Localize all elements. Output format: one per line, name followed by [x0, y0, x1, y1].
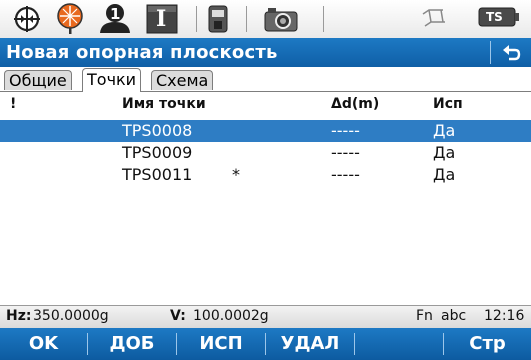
empty-fkey[interactable]: [355, 328, 443, 360]
row-delta-d: -----: [331, 143, 360, 162]
hz-value: 350.0000g: [33, 308, 109, 324]
tab-general[interactable]: Общие: [4, 70, 72, 90]
status-bar: Hz: 350.0000g V: 100.0002g Fn abc 12:16: [0, 305, 531, 328]
level-icon: [418, 4, 448, 34]
battery-icon: [206, 4, 230, 34]
crosshair-icon[interactable]: [10, 4, 44, 34]
input-mode-indicator: abc: [441, 308, 467, 324]
tab-bar: Общие Точки Схема: [0, 67, 531, 92]
table-row[interactable]: TPS0011 * ----- Да: [0, 164, 531, 186]
toolbar-separator: [246, 6, 247, 32]
toolbar-separator: [196, 6, 197, 32]
tab-points[interactable]: Точки: [82, 68, 142, 92]
row-use: Да: [433, 143, 456, 162]
row-delta-d: -----: [331, 121, 360, 140]
delete-button[interactable]: УДАЛ: [266, 328, 354, 360]
column-delta-d: Δd(m): [331, 96, 380, 112]
row-use: Да: [433, 165, 456, 184]
v-value: 100.0002g: [193, 308, 269, 324]
row-point-name: TPS0008: [122, 121, 193, 140]
add-button[interactable]: ДОБ: [88, 328, 176, 360]
function-key-bar: OK ДОБ ИСП УДАЛ Стр: [0, 328, 531, 360]
table-row[interactable]: TPS0008 ----- Да: [0, 120, 531, 142]
ok-button[interactable]: OK: [0, 328, 87, 360]
row-use: Да: [433, 121, 456, 140]
row-delta-d: -----: [331, 165, 360, 184]
page-button[interactable]: Стр: [444, 328, 531, 360]
v-label: V:: [170, 308, 186, 324]
top-toolbar: 1 I TS: [0, 0, 531, 38]
row-point-name: TPS0011: [122, 165, 193, 184]
page-title: Новая опорная плоскость: [6, 42, 278, 63]
tab-scheme[interactable]: Схема: [151, 70, 214, 90]
column-use: Исп: [433, 96, 463, 112]
instrument-letter: I: [156, 6, 167, 32]
info-digit: 1: [110, 5, 121, 23]
prism-target-icon[interactable]: [52, 3, 88, 34]
tab-baseline: [0, 91, 531, 92]
instrument-i-icon[interactable]: I: [144, 4, 180, 34]
table-row[interactable]: TPS0009 ----- Да: [0, 142, 531, 164]
use-button[interactable]: ИСП: [177, 328, 265, 360]
fn-indicator: Fn: [416, 308, 433, 324]
table-header: ! Имя точки Δd(m) Исп: [0, 94, 531, 118]
title-bar: Новая опорная плоскость: [0, 38, 531, 67]
column-point-name: Имя точки: [122, 96, 206, 112]
return-arrow-icon: [503, 44, 521, 60]
ts-mode-icon: TS: [476, 4, 522, 34]
camera-icon[interactable]: [262, 4, 300, 34]
row-point-name: TPS0009: [122, 143, 193, 162]
ts-badge: TS: [486, 10, 503, 24]
hz-label: Hz:: [6, 308, 32, 324]
row-mark: *: [232, 165, 240, 184]
back-button[interactable]: [490, 41, 531, 64]
column-flag: !: [10, 96, 17, 112]
user-info-icon[interactable]: 1: [96, 4, 134, 34]
clock: 12:16: [484, 308, 525, 324]
toolbar-separator: [323, 6, 324, 32]
